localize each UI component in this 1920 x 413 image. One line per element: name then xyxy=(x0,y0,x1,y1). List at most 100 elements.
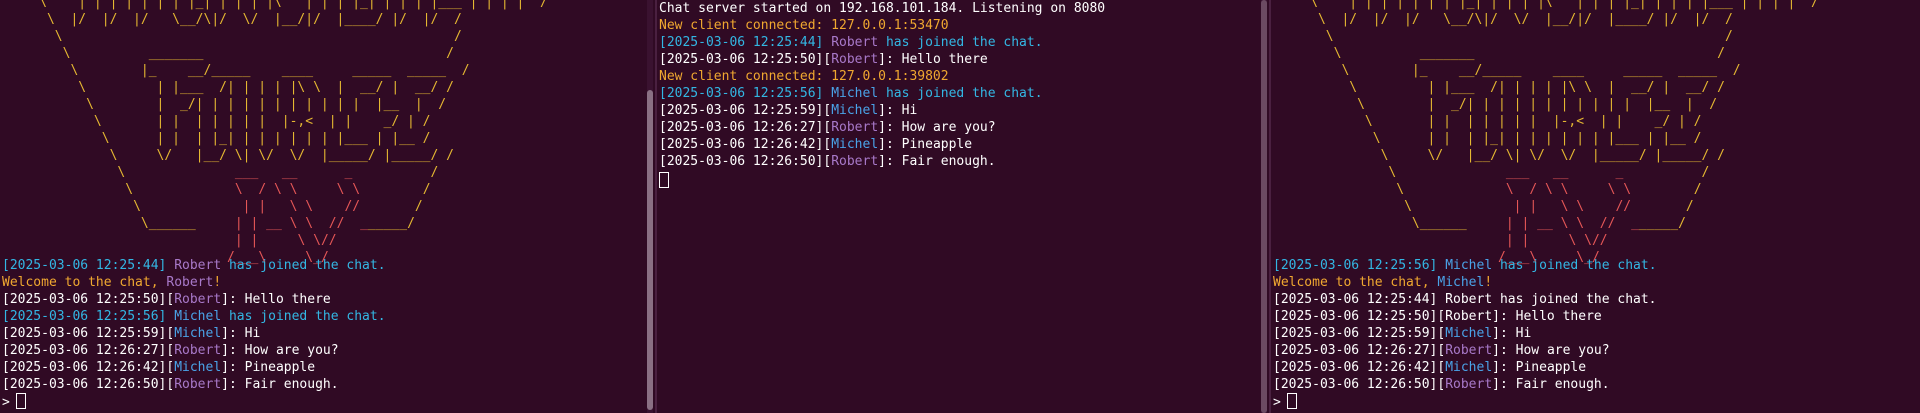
banner-line: \ | _/| | | | | | | | | | | |__ | / xyxy=(1271,97,1718,112)
banner-line: \ |_ __/_____ ____ _____ _____ / xyxy=(1271,63,1741,78)
terminal-window: \ | | | | | | | |_| | | | |\ | | | |_| |… xyxy=(0,0,1920,413)
log-segment: ]: Hi xyxy=(878,103,918,118)
banner-line: \ | | \ \ // / xyxy=(133,199,423,214)
banner-line: \ _______ / xyxy=(1271,46,1725,61)
log-segment: ]: Hi xyxy=(221,326,261,341)
log-line: [2025-03-06 12:26:42][Michel]: Pineapple xyxy=(2,359,386,376)
log-line: [2025-03-06 12:26:27][Robert]: How are y… xyxy=(1273,342,1657,359)
log-segment: ]: How are you? xyxy=(221,343,339,358)
log-segment: [2025-03-06 12:25:56] xyxy=(659,86,832,101)
log-segment: Michel xyxy=(1445,258,1493,273)
log-segment: ]: Hello there xyxy=(878,52,988,67)
log-segment: Robert xyxy=(174,377,222,392)
log-segment: [2025-03-06 12:25:59][ xyxy=(1273,326,1446,341)
log-segment: [2025-03-06 12:26:42][ xyxy=(2,360,175,375)
log-segment: ]: How are you? xyxy=(878,120,996,135)
log-segment: ]: Fair enough. xyxy=(878,154,996,169)
scrollbar-thumb[interactable] xyxy=(647,90,653,410)
text-cursor[interactable] xyxy=(15,393,26,409)
input-line[interactable]: > xyxy=(2,393,26,410)
log-segment: has joined the chat. xyxy=(1492,258,1657,273)
ascii-banner: \ | | | | | | | |_| | | | |\ | | | |_| |… xyxy=(1271,0,1819,266)
banner-line: \ ___ __ _ / xyxy=(117,165,439,180)
log-segment: ]: Pineapple xyxy=(878,137,973,152)
banner-line: \ | _/| | | | | | | | | | | |__ | / xyxy=(0,97,447,112)
banner-line: \ / xyxy=(0,29,462,44)
log-segment: Michel xyxy=(1445,326,1493,341)
log-segment: [2025-03-06 12:25:50][Robert]: Hello the… xyxy=(1273,309,1602,324)
banner-line: \ | | | | | | | |-,< | | _/ | / xyxy=(0,114,431,129)
log-segment: ]: Hi xyxy=(1492,326,1532,341)
prompt-symbol: > xyxy=(1273,395,1281,410)
log-segment: Robert xyxy=(831,52,879,67)
banner-line: \ | | | | | | | |_| | | | |\ | | | |_| |… xyxy=(1271,0,1819,10)
banner-line: \______ | | __ \ \ // ______/ xyxy=(140,216,415,231)
chat-log: [2025-03-06 12:25:56] Michel has joined … xyxy=(1273,257,1657,393)
log-segment: Robert xyxy=(174,258,222,273)
input-line[interactable] xyxy=(659,172,669,189)
text-cursor[interactable] xyxy=(1286,393,1297,409)
log-segment: Welcome to the chat, xyxy=(1273,275,1438,290)
banner-line: \ |/ |/ |/ \__/\|/ \/ |__/|/ |____/ |/ |… xyxy=(0,12,462,27)
log-segment: [2025-03-06 12:25:59][ xyxy=(659,103,832,118)
banner-line: \ | |___ /| | | | |\ \ | __/ | __/ / xyxy=(0,80,454,95)
log-line: [2025-03-06 12:26:50][Robert]: Fair enou… xyxy=(2,376,386,393)
log-segment: Chat server started on 192.168.101.184. … xyxy=(659,1,1106,16)
log-segment: ]: Pineapple xyxy=(221,360,316,375)
log-segment: Welcome to the chat, xyxy=(2,275,167,290)
log-segment: ! xyxy=(1484,275,1493,290)
log-line: [2025-03-06 12:25:59][Michel]: Hi xyxy=(2,325,386,342)
log-line: Chat server started on 192.168.101.184. … xyxy=(659,0,1105,17)
log-segment: ]: How are you? xyxy=(1492,343,1610,358)
log-segment: Michel xyxy=(174,309,222,324)
log-segment: [2025-03-06 12:26:27][ xyxy=(659,120,832,135)
text-cursor[interactable] xyxy=(659,172,669,188)
log-segment: has joined the chat. xyxy=(221,309,386,324)
log-segment: [2025-03-06 12:25:44] xyxy=(659,35,832,50)
log-line: Welcome to the chat, Robert! xyxy=(2,274,386,291)
log-segment: Michel xyxy=(174,360,222,375)
input-line[interactable]: > xyxy=(1273,393,1297,410)
scrollbar-thumb[interactable] xyxy=(1261,0,1267,413)
log-line: [2025-03-06 12:26:50][Robert]: Fair enou… xyxy=(659,153,1105,170)
log-segment: [2025-03-06 12:25:56] xyxy=(2,309,175,324)
log-segment: [2025-03-06 12:25:50][ xyxy=(659,52,832,67)
log-segment: [2025-03-06 12:25:59][ xyxy=(2,326,175,341)
log-line: [2025-03-06 12:26:42][Michel]: Pineapple xyxy=(659,136,1105,153)
banner-line: \ \/ |__/ \| \/ \/ |_____/ |_____/ / xyxy=(0,148,454,163)
log-segment: Robert xyxy=(174,292,222,307)
log-segment: Michel xyxy=(1437,275,1485,290)
log-segment: [2025-03-06 12:26:42][ xyxy=(1273,360,1446,375)
log-segment: [2025-03-06 12:25:44] xyxy=(2,258,175,273)
log-segment: Robert xyxy=(174,343,222,358)
banner-line: \ ___ __ _ / xyxy=(1388,165,1710,180)
log-segment: Michel xyxy=(174,326,222,341)
log-segment: Robert xyxy=(1445,343,1493,358)
log-segment: New client connected: 127.0.0.1:53470 xyxy=(659,18,949,33)
banner-line: \ \ / \ \ \ \ / xyxy=(125,182,431,197)
log-segment: Robert xyxy=(831,120,879,135)
log-segment: ! xyxy=(213,275,222,290)
server-pane[interactable]: Chat server started on 192.168.101.184. … xyxy=(657,0,1269,413)
log-line: [2025-03-06 12:25:59][Michel]: Hi xyxy=(659,102,1105,119)
log-segment: has joined the chat. xyxy=(878,86,1043,101)
log-segment: [2025-03-06 12:26:27][ xyxy=(2,343,175,358)
banner-line: \ / xyxy=(1271,29,1733,44)
banner-line: \ | | | |_| | | | | | | |___ | |__ / xyxy=(1271,131,1702,146)
prompt-symbol: > xyxy=(2,395,10,410)
banner-line: \ \ / \ \ \ \ / xyxy=(1396,182,1702,197)
scrollbar[interactable] xyxy=(1261,0,1267,413)
log-segment: [2025-03-06 12:26:50][ xyxy=(1273,377,1446,392)
log-line: New client connected: 127.0.0.1:39802 xyxy=(659,68,1105,85)
log-line: [2025-03-06 12:25:50][Robert]: Hello the… xyxy=(1273,308,1657,325)
client-pane-robert[interactable]: \ | | | | | | | |_| | | | |\ | | | |_| |… xyxy=(0,0,655,413)
banner-line: \______ | | __ \ \ // ______/ xyxy=(1411,216,1686,231)
log-segment: New client connected: 127.0.0.1:39802 xyxy=(659,69,949,84)
client-pane-michel[interactable]: \ | | | | | | | |_| | | | |\ | | | |_| |… xyxy=(1271,0,1920,413)
banner-line: \ | | | | | | | |-,< | | _/ | / xyxy=(1271,114,1702,129)
log-segment: Michel xyxy=(831,103,879,118)
banner-line: \ | | \ \ // / xyxy=(1404,199,1694,214)
log-line: [2025-03-06 12:25:56] Michel has joined … xyxy=(2,308,386,325)
log-line: Welcome to the chat, Michel! xyxy=(1273,274,1657,291)
scrollbar[interactable] xyxy=(647,0,653,413)
